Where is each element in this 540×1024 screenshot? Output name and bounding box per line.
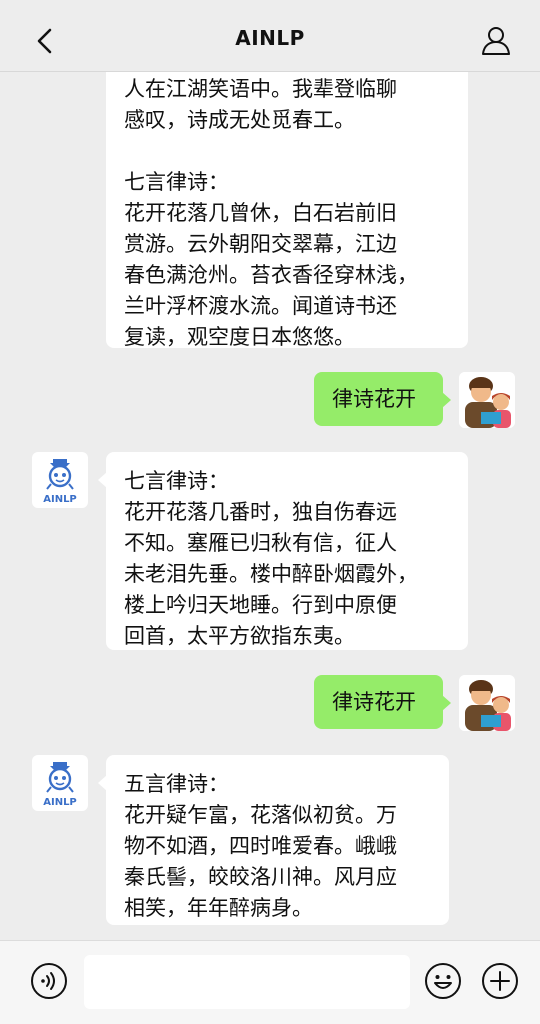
bot-avatar-label: AINLP [43,494,77,505]
contact-profile-icon[interactable] [480,24,512,56]
parent-child-reading-icon [459,675,515,731]
more-actions-icon[interactable] [481,962,519,1000]
user-message-bubble[interactable]: 律诗花开 [314,372,451,426]
input-bar [0,940,540,1024]
chat-title: AINLP [235,26,305,50]
bot-avatar[interactable]: AINLP [32,452,88,508]
user-message-bubble[interactable]: 律诗花开 [314,675,451,729]
parent-child-reading-icon [459,372,515,428]
bot-message-bubble[interactable]: 七言律诗： 花开花落几番时，独自伤春远 不知。塞雁已归秋有信，征人 未老泪先垂。… [98,452,468,650]
voice-input-icon[interactable] [30,962,68,1000]
emoji-icon[interactable] [424,962,462,1000]
message-input[interactable] [84,955,410,1009]
bot-avatar[interactable]: AINLP [32,755,88,811]
bot-message-bubble[interactable]: 人在江湖笑语中。我辈登临聊 感叹，诗成无处觅春工。 七言律诗： 花开花落几曾休，… [106,72,468,349]
bot-avatar-label: AINLP [43,797,77,808]
bot-message-bubble[interactable]: 五言律诗： 花开疑乍富，花落似初贫。万 物不如酒，四时唯爱春。峨峨 秦氏髻，皎皎… [98,755,449,925]
user-avatar[interactable] [459,675,515,731]
user-avatar[interactable] [459,372,515,428]
chat-header: AINLP [0,0,540,72]
message-list[interactable]: 人在江湖笑语中。我辈登临聊 感叹，诗成无处觅春工。 七言律诗： 花开花落几曾休，… [0,72,540,940]
